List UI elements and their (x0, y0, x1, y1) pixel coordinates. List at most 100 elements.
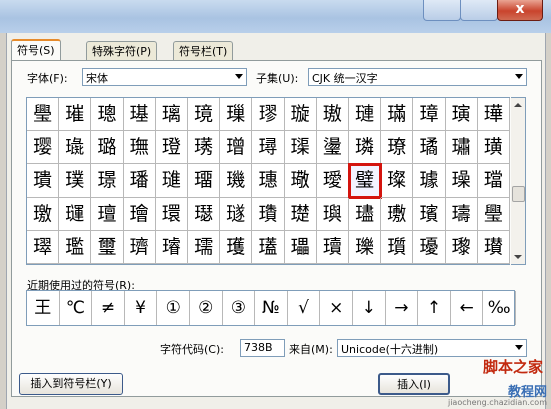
symbol-cell[interactable]: 瓉 (477, 230, 510, 264)
symbol-cell[interactable]: 璑 (123, 131, 156, 165)
symbol-cell[interactable]: 璶 (349, 197, 382, 231)
recent-symbol[interactable]: ‰ (483, 291, 516, 325)
symbol-cell[interactable]: 璾 (123, 230, 156, 264)
symbol-cell[interactable]: 瓂 (252, 230, 285, 264)
symbol-cell[interactable]: 璍 (477, 98, 510, 132)
symbol-cell[interactable]: 璙 (381, 131, 414, 165)
symbol-cell[interactable]: 璭 (59, 197, 92, 231)
symbol-cell[interactable]: 璐 (91, 131, 124, 165)
symbol-cell[interactable]: 璹 (445, 197, 478, 231)
symbol-cell[interactable]: 璡 (155, 164, 188, 198)
font-select[interactable]: 宋体 (82, 68, 247, 86)
symbol-cell[interactable]: 環 (155, 197, 188, 231)
symbol-cell[interactable]: 瓄 (316, 230, 349, 264)
symbol-cell[interactable]: 璴 (284, 197, 317, 231)
symbol-cell[interactable]: 璋 (413, 98, 446, 132)
symbol-cell[interactable]: 璘 (349, 131, 382, 165)
symbol-cell[interactable]: 璌 (445, 98, 478, 132)
tab-symbol-bar[interactable]: 符号栏(T) (173, 41, 234, 61)
symbol-cell[interactable]: 璚 (413, 131, 446, 165)
symbol-cell[interactable]: 瓅 (349, 230, 382, 264)
symbol-cell[interactable]: 璲 (220, 197, 253, 231)
symbol-cell[interactable]: 璠 (123, 164, 156, 198)
recent-symbol[interactable]: ↑ (418, 291, 451, 325)
symbol-cell[interactable]: 瓀 (188, 230, 221, 264)
symbol-cell[interactable]: 璯 (123, 197, 156, 231)
symbol-cell[interactable]: 瓈 (445, 230, 478, 264)
symbol-cell[interactable]: 璉 (349, 98, 382, 132)
minimize-button[interactable] (423, 0, 461, 21)
symbol-cell[interactable]: 璦 (316, 164, 349, 198)
subset-select[interactable]: CJK 统一汉字 (308, 68, 527, 86)
symbol-cell[interactable]: 瓁 (220, 230, 253, 264)
symbol-cell[interactable]: 璝 (27, 164, 60, 198)
symbol-cell[interactable]: 璖 (284, 131, 317, 165)
symbol-cell[interactable]: 璱 (188, 197, 221, 231)
close-button[interactable]: x (497, 0, 543, 21)
recent-symbol[interactable]: → (386, 291, 419, 325)
symbol-cell[interactable]: 璽 (91, 230, 124, 264)
symbol-cell[interactable]: 璓 (188, 131, 221, 165)
symbol-cell[interactable]: 璩 (413, 164, 446, 198)
symbol-cell[interactable]: 璮 (91, 197, 124, 231)
symbol-cell[interactable]: 瓇 (413, 230, 446, 264)
recent-symbol[interactable]: ③ (223, 291, 256, 325)
recent-symbol[interactable]: ¥ (125, 291, 158, 325)
symbol-cell[interactable]: 璀 (59, 98, 92, 132)
scroll-up-icon[interactable] (514, 103, 522, 107)
symbol-cell[interactable]: 瓆 (381, 230, 414, 264)
symbol-cell[interactable]: 璒 (155, 131, 188, 165)
symbol-cell[interactable]: 璳 (252, 197, 285, 231)
char-code-input[interactable]: 738B (240, 339, 285, 357)
symbol-cell[interactable]: 璃 (155, 98, 188, 132)
symbol-cell[interactable]: 璈 (316, 98, 349, 132)
recent-symbol[interactable]: ≠ (92, 291, 125, 325)
symbol-cell[interactable]: 璷 (381, 197, 414, 231)
symbol-cell[interactable]: 璿 (155, 230, 188, 264)
tab-symbols[interactable]: 符号(S) (11, 39, 61, 62)
symbol-cell[interactable]: 璜 (477, 131, 510, 165)
symbol-cell[interactable]: 璬 (27, 197, 60, 231)
symbol-cell[interactable]: 璇 (284, 98, 317, 132)
symbol-cell[interactable]: 璊 (381, 98, 414, 132)
symbol-cell[interactable]: 璪 (445, 164, 478, 198)
symbol-cell[interactable]: 璁 (91, 98, 124, 132)
symbol-cell[interactable]: 璟 (91, 164, 124, 198)
symbol-cell[interactable]: 璏 (59, 131, 92, 165)
symbol-cell[interactable]: 璧 (347, 163, 383, 199)
symbol-cell[interactable]: 璻 (27, 230, 60, 264)
symbol-cell[interactable]: 璵 (316, 197, 349, 231)
insert-to-symbol-bar-button[interactable]: 插入到符号栏(Y) (19, 373, 123, 395)
symbol-cell[interactable]: 璗 (316, 131, 349, 165)
symbol-cell[interactable]: 璅 (220, 98, 253, 132)
tab-special-characters[interactable]: 特殊字符(P) (86, 41, 158, 61)
symbol-cell[interactable]: 璕 (252, 131, 285, 165)
recent-symbol[interactable]: × (320, 291, 353, 325)
scroll-down-icon[interactable] (514, 255, 522, 259)
recent-symbol[interactable]: № (255, 291, 288, 325)
symbol-cell[interactable]: 璤 (252, 164, 285, 198)
symbol-cell[interactable]: 瓃 (284, 230, 317, 264)
symbol-cell[interactable]: 璆 (252, 98, 285, 132)
symbol-cell[interactable]: 璼 (59, 230, 92, 264)
symbol-cell[interactable]: 璣 (220, 164, 253, 198)
symbol-cell[interactable]: 璨 (381, 164, 414, 198)
recent-symbol[interactable]: ② (190, 291, 223, 325)
maximize-button[interactable] (460, 0, 498, 21)
recent-symbol[interactable]: ↓ (353, 291, 386, 325)
scroll-thumb[interactable] (512, 186, 525, 202)
symbol-cell[interactable]: 璺 (27, 98, 60, 132)
symbol-cell[interactable]: 璺 (477, 197, 510, 231)
symbol-cell[interactable]: 璂 (123, 98, 156, 132)
recent-symbol[interactable]: ① (157, 291, 190, 325)
grid-scrollbar[interactable] (511, 97, 526, 265)
recent-symbol[interactable]: ℃ (60, 291, 93, 325)
symbol-cell[interactable]: 璸 (413, 197, 446, 231)
symbol-cell[interactable]: 璛 (445, 131, 478, 165)
insert-button[interactable]: 插入(I) (378, 373, 450, 395)
symbol-cell[interactable]: 璫 (477, 164, 510, 198)
symbol-cell[interactable]: 璔 (220, 131, 253, 165)
symbol-cell[interactable]: 璥 (284, 164, 317, 198)
recent-symbol[interactable]: √ (288, 291, 321, 325)
recent-symbol[interactable]: 王 (27, 291, 60, 325)
